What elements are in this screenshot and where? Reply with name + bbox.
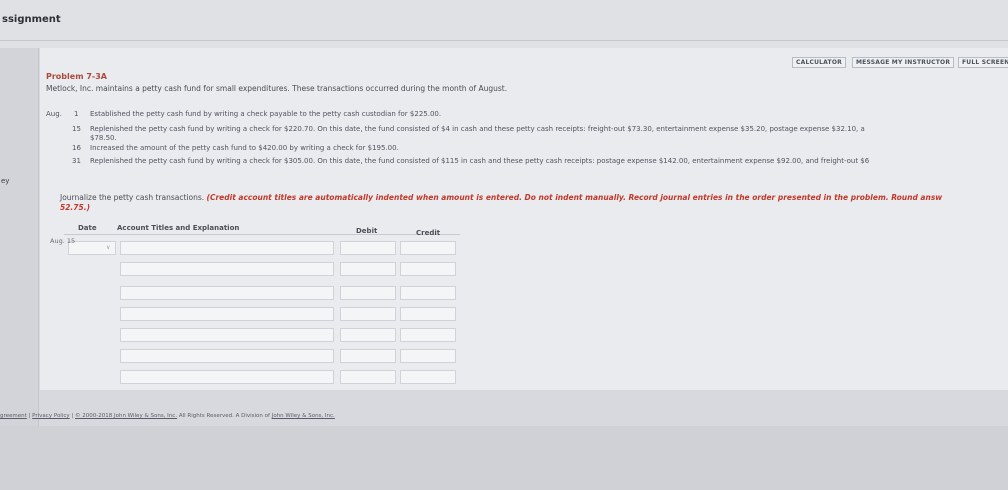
debit-input[interactable]: [340, 328, 396, 342]
full-screen-button[interactable]: FULL SCREEN: [958, 57, 1008, 68]
transaction-day: 15: [72, 125, 81, 133]
account-input[interactable]: [120, 286, 334, 300]
page-title: ssignment: [2, 14, 61, 25]
instructions-note: (Credit account titles are automatically…: [206, 193, 943, 202]
transaction-day: 1: [74, 110, 79, 118]
col-debit: Debit: [356, 227, 378, 235]
copyright-link[interactable]: © 2000-2018 John Wiley & Sons, Inc.: [75, 413, 177, 419]
debit-input[interactable]: [340, 241, 396, 255]
instructions: Journalize the petty cash transactions. …: [60, 193, 942, 202]
company-link[interactable]: John Wiley & Sons, Inc.: [272, 413, 335, 419]
account-input[interactable]: [120, 241, 334, 255]
debit-input[interactable]: [340, 307, 396, 321]
credit-input[interactable]: [400, 262, 456, 276]
agreement-link[interactable]: greement: [0, 413, 27, 419]
entry-date-label: Aug. 15: [50, 237, 76, 245]
transaction-day: 16: [72, 144, 81, 152]
account-input[interactable]: [120, 307, 334, 321]
transaction-text: Replenished the petty cash fund by writi…: [90, 157, 870, 165]
debit-input[interactable]: [340, 286, 396, 300]
instructions-lead: Journalize the petty cash transactions.: [60, 193, 205, 202]
header-divider: [0, 40, 1008, 41]
transaction-month: Aug.: [46, 110, 62, 118]
debit-input[interactable]: [340, 349, 396, 363]
credit-input[interactable]: [400, 349, 456, 363]
footer: greement | Privacy Policy | © 2000-2018 …: [0, 413, 335, 419]
credit-input[interactable]: [400, 286, 456, 300]
account-input[interactable]: [120, 349, 334, 363]
col-account: Account Titles and Explanation: [117, 224, 240, 232]
transaction-text: Established the petty cash fund by writi…: [90, 110, 442, 118]
credit-input[interactable]: [400, 307, 456, 321]
page-bottom-area: [0, 426, 1008, 490]
debit-input[interactable]: [340, 370, 396, 384]
col-credit: Credit: [416, 229, 441, 237]
transaction-text-continued: $78.50.: [90, 134, 117, 142]
message-instructor-button[interactable]: MESSAGE MY INSTRUCTOR: [852, 57, 955, 68]
problem-title: Problem 7-3A: [46, 72, 107, 81]
account-input[interactable]: [120, 328, 334, 342]
credit-input[interactable]: [400, 370, 456, 384]
problem-panel: CALCULATOR MESSAGE MY INSTRUCTOR FULL SC…: [40, 48, 1008, 390]
footer-separator: |: [28, 413, 31, 419]
sidebar-label[interactable]: ey: [1, 177, 9, 185]
account-input[interactable]: [120, 262, 334, 276]
credit-input[interactable]: [400, 328, 456, 342]
chevron-down-icon[interactable]: ∨: [106, 244, 110, 251]
rights-text: All Rights Reserved. A Division of: [178, 413, 270, 419]
account-input[interactable]: [120, 370, 334, 384]
left-sidebar: ey: [0, 48, 39, 448]
col-date: Date: [78, 224, 97, 232]
credit-input[interactable]: [400, 241, 456, 255]
problem-intro: Metlock, Inc. maintains a petty cash fun…: [46, 84, 508, 93]
calculator-button[interactable]: CALCULATOR: [792, 57, 846, 68]
footer-separator: |: [71, 413, 74, 419]
transaction-text: Increased the amount of the petty cash f…: [90, 144, 399, 152]
privacy-policy-link[interactable]: Privacy Policy: [32, 413, 69, 419]
debit-input[interactable]: [340, 262, 396, 276]
app-header: ssignment: [0, 0, 1008, 48]
transaction-day: 31: [72, 157, 81, 165]
transaction-text: Replenished the petty cash fund by writi…: [90, 125, 865, 133]
instructions-note-continued: 52.75.): [60, 203, 90, 212]
